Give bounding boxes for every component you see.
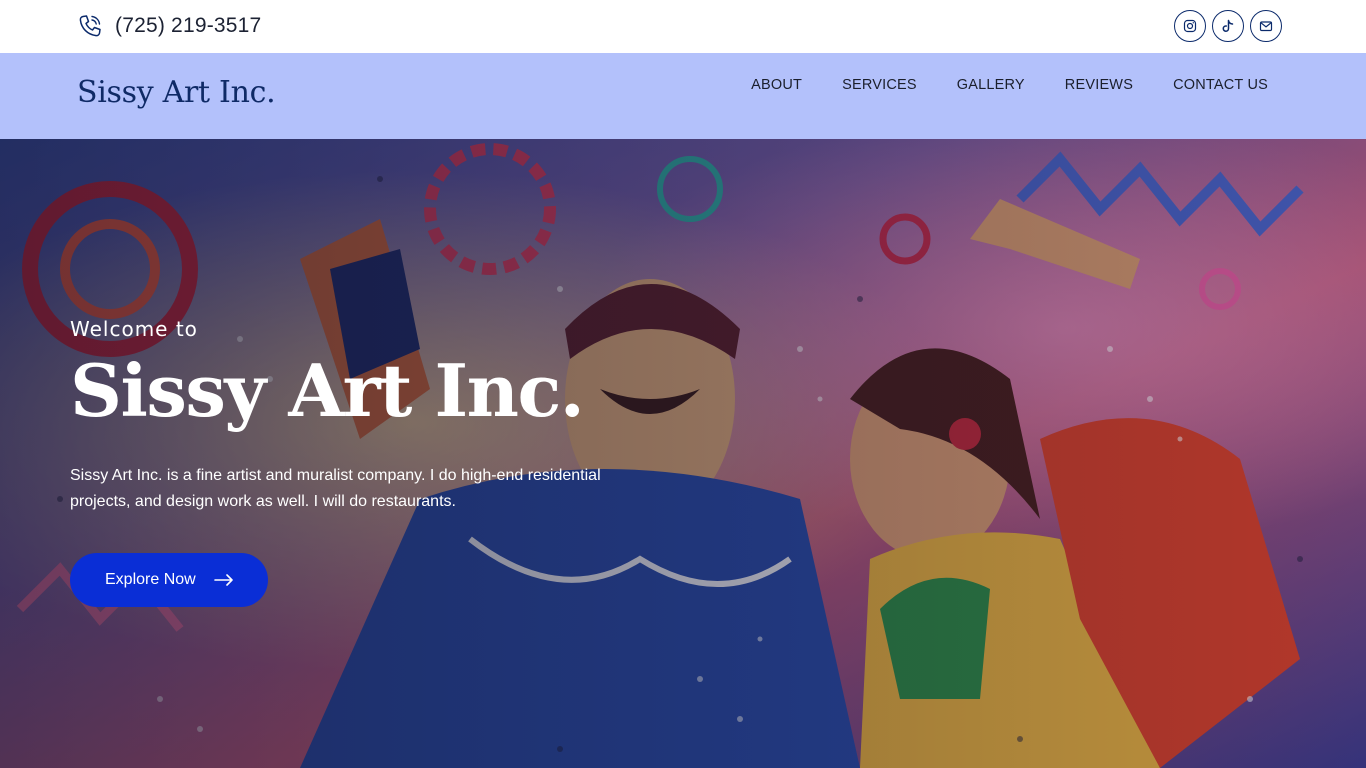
contact-bar: (725) 219-3517 <box>0 0 1366 53</box>
phone-number: (725) 219-3517 <box>115 14 262 37</box>
arrow-right-icon <box>213 574 233 586</box>
nav-gallery[interactable]: GALLERY <box>957 77 1025 93</box>
instagram-button[interactable] <box>1174 10 1206 42</box>
phone-link[interactable]: (725) 219-3517 <box>77 12 261 40</box>
hero-description: Sissy Art Inc. is a fine artist and mura… <box>70 467 601 510</box>
tiktok-icon <box>1222 19 1234 32</box>
nav-contact-us[interactable]: CONTACT US <box>1173 77 1268 93</box>
email-icon <box>1259 21 1273 32</box>
instagram-icon <box>1183 19 1197 33</box>
hero-content: Welcome to Sissy Art Inc. Sissy Art Inc.… <box>70 317 630 607</box>
site-header: Sissy Art Inc. ABOUT SERVICES GALLERY RE… <box>0 53 1366 139</box>
nav-reviews[interactable]: REVIEWS <box>1065 77 1133 93</box>
social-links <box>1174 10 1282 42</box>
hero-section: Welcome to Sissy Art Inc. Sissy Art Inc.… <box>0 139 1366 768</box>
nav-services[interactable]: SERVICES <box>842 77 917 93</box>
hero-title: Sissy Art Inc. <box>70 348 585 433</box>
nav-about[interactable]: ABOUT <box>751 77 802 93</box>
email-button[interactable] <box>1250 10 1282 42</box>
main-nav: ABOUT SERVICES GALLERY REVIEWS CONTACT U… <box>751 77 1268 93</box>
explore-now-label: Explore Now <box>105 571 196 588</box>
hero-welcome: Welcome to <box>70 317 198 341</box>
tiktok-button[interactable] <box>1212 10 1244 42</box>
explore-now-button[interactable]: Explore Now <box>70 553 268 607</box>
site-logo[interactable]: Sissy Art Inc. <box>77 75 276 110</box>
phone-icon <box>79 15 101 37</box>
